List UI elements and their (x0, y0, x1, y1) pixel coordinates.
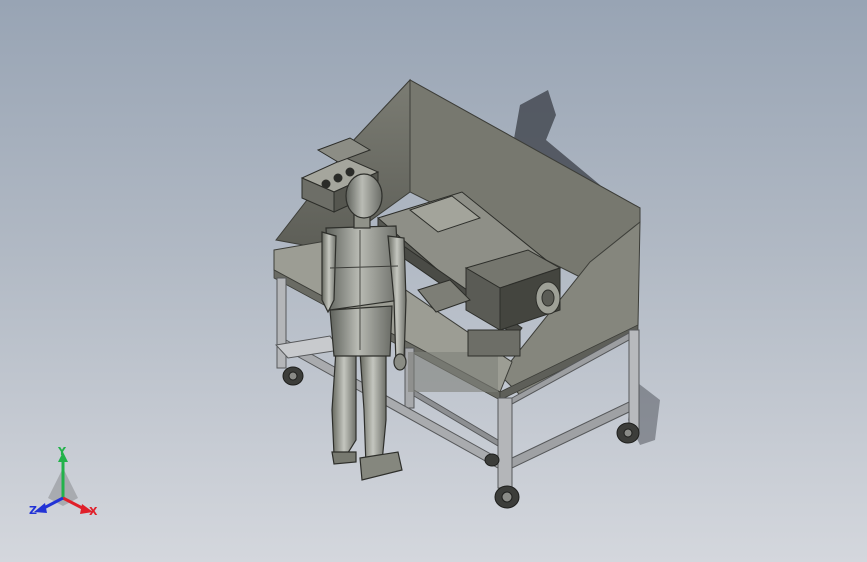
assembly-model[interactable] (0, 0, 867, 562)
triad-x-label: X (89, 505, 98, 518)
triad-z-label: Z (29, 504, 37, 517)
triad-y-label: Y (58, 445, 66, 458)
graphics-viewport[interactable]: Y X Z (0, 0, 867, 562)
orientation-triad[interactable]: Y X Z (20, 446, 110, 526)
